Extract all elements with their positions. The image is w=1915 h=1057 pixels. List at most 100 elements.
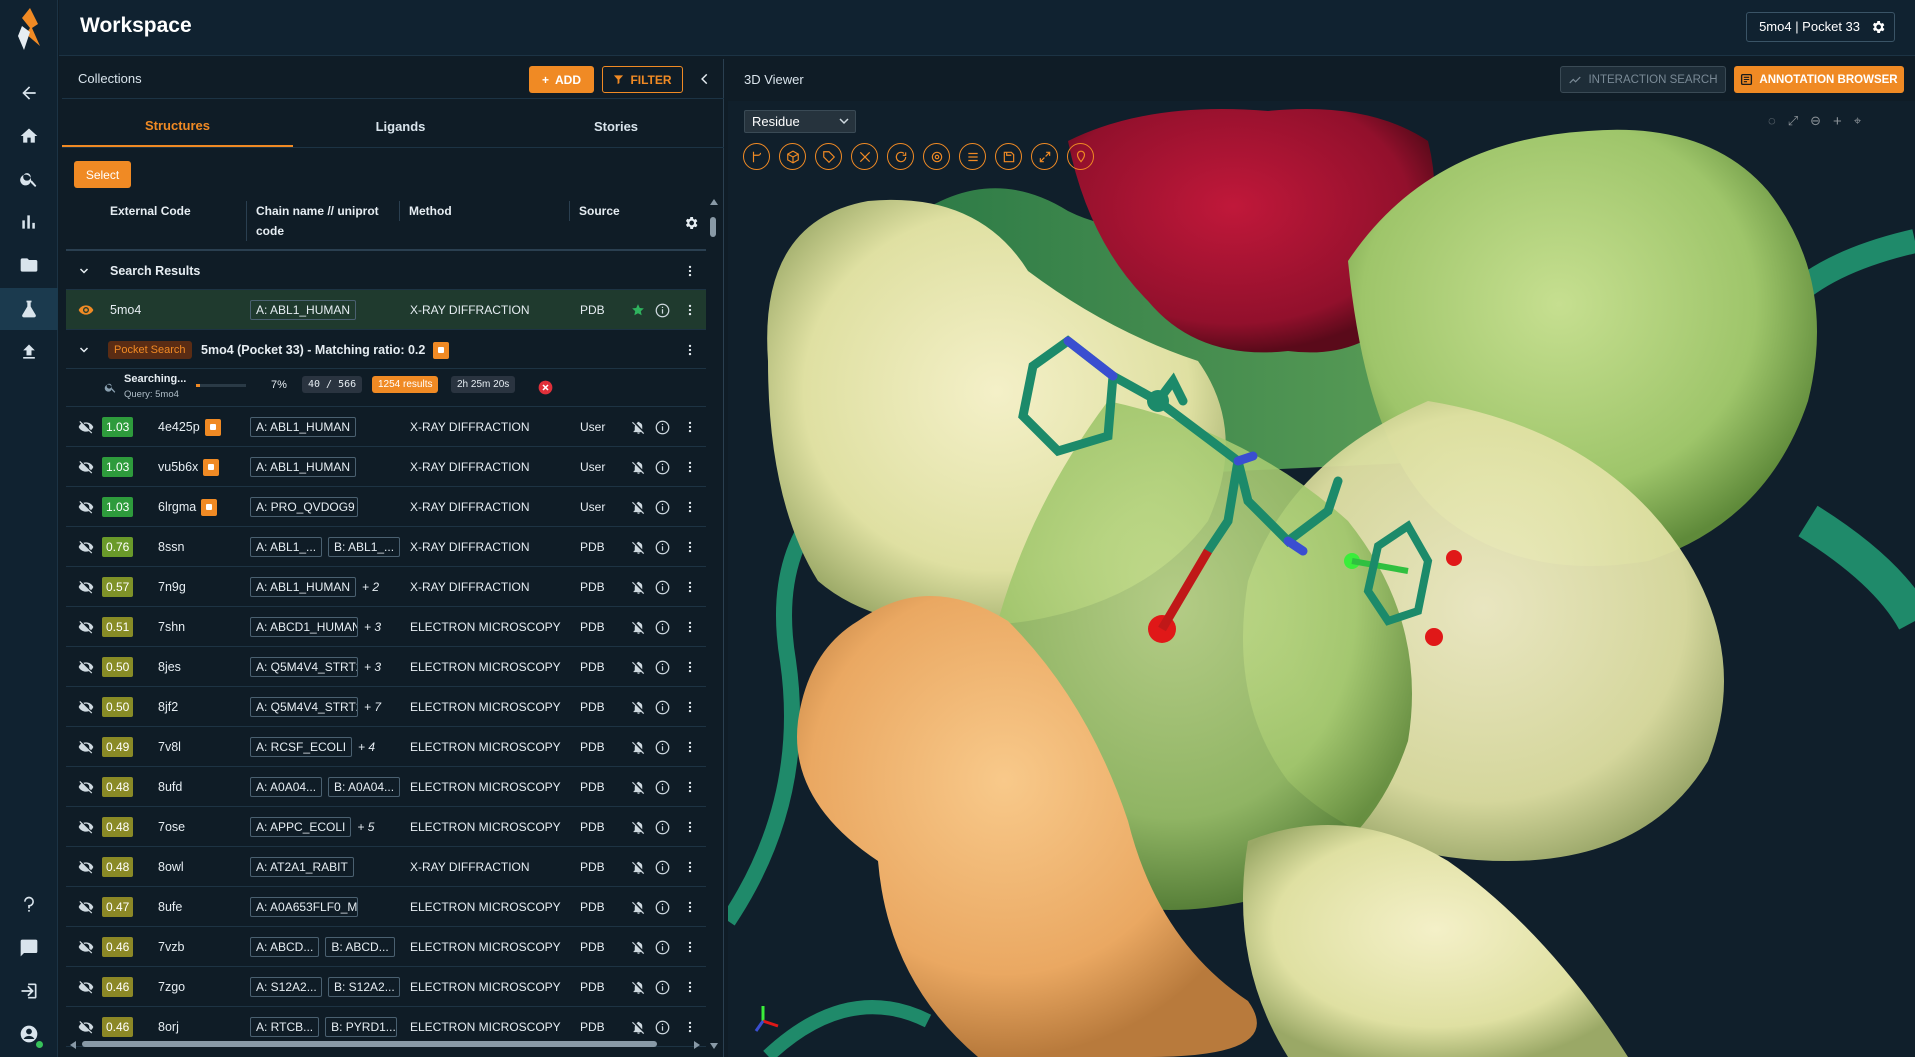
save-view-icon[interactable] [995, 143, 1022, 170]
logout-icon[interactable] [0, 970, 58, 1012]
upload-icon[interactable] [0, 331, 58, 373]
vertical-scrollbar[interactable] [708, 199, 718, 1049]
row-more-icon[interactable] [683, 567, 697, 607]
chain-chip[interactable]: A: PRO_QVDOG9 [250, 497, 358, 517]
table-row[interactable]: 0.50 8jf2 A: Q5M4V4_STRT2 + 7 ELECTRON MICRO… [66, 687, 706, 727]
chain-chip[interactable]: A: RCSF_ECOLI [250, 737, 353, 757]
chain-chip[interactable]: A: ABCD... [250, 937, 320, 957]
external-code[interactable]: 8ufe [158, 887, 182, 927]
notifications-off-icon[interactable] [631, 567, 646, 607]
notifications-off-icon[interactable] [631, 767, 646, 807]
analytics-icon[interactable] [0, 201, 58, 243]
row-more-icon[interactable] [683, 927, 697, 967]
hidden-eye-icon[interactable] [78, 527, 94, 567]
more-chains-count[interactable]: + 4 [358, 740, 375, 754]
external-code[interactable]: 8ssn [158, 527, 184, 567]
visibility-icon[interactable]: ◌ [1768, 113, 1776, 130]
hidden-eye-icon[interactable] [78, 447, 94, 487]
external-code[interactable]: 7v8l [158, 727, 181, 767]
notifications-off-icon[interactable] [631, 807, 646, 847]
folder-icon[interactable] [0, 244, 58, 286]
chain-chip[interactable]: B: S12A2... [328, 977, 400, 997]
notifications-off-icon[interactable] [631, 407, 646, 447]
select-button[interactable]: Select [74, 161, 131, 188]
chevron-down-icon[interactable] [78, 331, 90, 369]
notifications-off-icon[interactable] [631, 607, 646, 647]
table-row[interactable]: 0.48 7ose A: APPC_ECOLI + 5 ELECTRON MICROSC… [66, 807, 706, 847]
search-results-group[interactable]: Search Results [66, 252, 706, 290]
chain-chip[interactable]: A: S12A2... [250, 977, 322, 997]
group-more-icon[interactable] [683, 252, 697, 290]
pocket-search-group[interactable]: Pocket Search 5mo4 (Pocket 33) - Matchin… [66, 331, 706, 369]
pin-icon[interactable] [1067, 143, 1094, 170]
external-code[interactable]: 7shn [158, 607, 185, 647]
row-more-icon[interactable] [683, 727, 697, 767]
info-icon[interactable] [655, 727, 670, 767]
chain-chip[interactable]: B: PYRD1... [325, 1017, 398, 1037]
external-code[interactable]: vu5b6x [158, 447, 220, 487]
notifications-off-icon[interactable] [631, 927, 646, 967]
table-row[interactable]: 0.76 8ssn A: ABL1_... B: ABL1_... X-RAY DIFF… [66, 527, 706, 567]
table-row[interactable]: 0.51 7shn A: ABCD1_HUMAN + 3 ELECTRON MICROS… [66, 607, 706, 647]
chain-chip[interactable]: B: A0A04... [328, 777, 400, 797]
info-icon[interactable] [655, 487, 670, 527]
help-icon[interactable] [0, 884, 58, 926]
info-icon[interactable] [655, 607, 670, 647]
row-more-icon[interactable] [683, 607, 697, 647]
table-row[interactable]: 0.49 7v8l A: RCSF_ECOLI + 4 ELECTRON MICROSC… [66, 727, 706, 767]
external-code[interactable]: 7n9g [158, 567, 186, 607]
col-source[interactable]: Source [569, 201, 620, 221]
table-row[interactable]: 1.03 6lrgma A: PRO_QVDOG9 X-RAY DIFFRACTION… [66, 487, 706, 527]
row-more-icon[interactable] [683, 847, 697, 887]
info-icon[interactable] [655, 647, 670, 687]
rotate-icon[interactable] [887, 143, 914, 170]
notifications-off-icon[interactable] [631, 967, 646, 1007]
scroll-thumb[interactable] [710, 217, 716, 237]
zoom-out-icon[interactable]: ⊖ [1810, 113, 1821, 130]
info-icon[interactable] [655, 967, 670, 1007]
notifications-off-icon[interactable] [631, 647, 646, 687]
sliders-icon[interactable] [959, 143, 986, 170]
cube-tool-icon[interactable] [779, 143, 806, 170]
group-more-icon[interactable] [683, 331, 697, 369]
filter-button[interactable]: FILTER [602, 66, 683, 93]
more-chains-count[interactable]: + 2 [362, 580, 379, 594]
info-icon[interactable] [655, 527, 670, 567]
chain-chip[interactable]: B: ABL1_... [328, 537, 400, 557]
col-external-code[interactable]: External Code [110, 201, 191, 221]
hidden-eye-icon[interactable] [78, 967, 94, 1007]
hidden-eye-icon[interactable] [78, 927, 94, 967]
cancel-search-icon[interactable] [538, 380, 553, 395]
table-row[interactable]: 0.46 7vzb A: ABCD... B: ABCD... ELECTRON MIC… [66, 927, 706, 967]
notifications-off-icon[interactable] [631, 847, 646, 887]
chain-chip[interactable]: A: ABCD1_HUMAN [250, 617, 358, 637]
info-icon[interactable] [655, 807, 670, 847]
external-code[interactable]: 6lrgma [158, 487, 218, 527]
chain-chip[interactable]: A: ABL1_HUMAN [250, 577, 357, 597]
tab-structures[interactable]: Structures [62, 105, 293, 147]
add-button[interactable]: + ADD [529, 66, 594, 93]
chain-chip[interactable]: A: RTCB... [250, 1017, 320, 1037]
hidden-eye-icon[interactable] [78, 407, 94, 447]
reset-view-icon[interactable]: ⌖ [1854, 113, 1861, 130]
info-icon[interactable] [655, 887, 670, 927]
notifications-off-icon[interactable] [631, 447, 646, 487]
color-mode-select[interactable]: Residue [744, 110, 856, 133]
chain-chip[interactable]: B: ABCD... [325, 937, 395, 957]
chain-chip[interactable]: A: ABL1_... [250, 537, 322, 557]
info-icon[interactable] [655, 847, 670, 887]
notifications-off-icon[interactable] [631, 687, 646, 727]
scroll-thumb[interactable] [82, 1041, 657, 1047]
info-icon[interactable] [655, 290, 670, 330]
context-selector[interactable]: 5mo4 | Pocket 33 [1746, 12, 1895, 42]
chain-chip[interactable]: A: ABL1_HUMAN [250, 457, 357, 477]
hidden-eye-icon[interactable] [78, 567, 94, 607]
horizontal-scrollbar[interactable] [70, 1039, 700, 1049]
row-more-icon[interactable] [683, 290, 697, 330]
info-icon[interactable] [655, 767, 670, 807]
column-settings-gear-icon[interactable] [683, 215, 699, 231]
notifications-off-icon[interactable] [631, 527, 646, 567]
collapse-chevron-icon[interactable] [698, 72, 712, 86]
hidden-eye-icon[interactable] [78, 607, 94, 647]
row-more-icon[interactable] [683, 807, 697, 847]
